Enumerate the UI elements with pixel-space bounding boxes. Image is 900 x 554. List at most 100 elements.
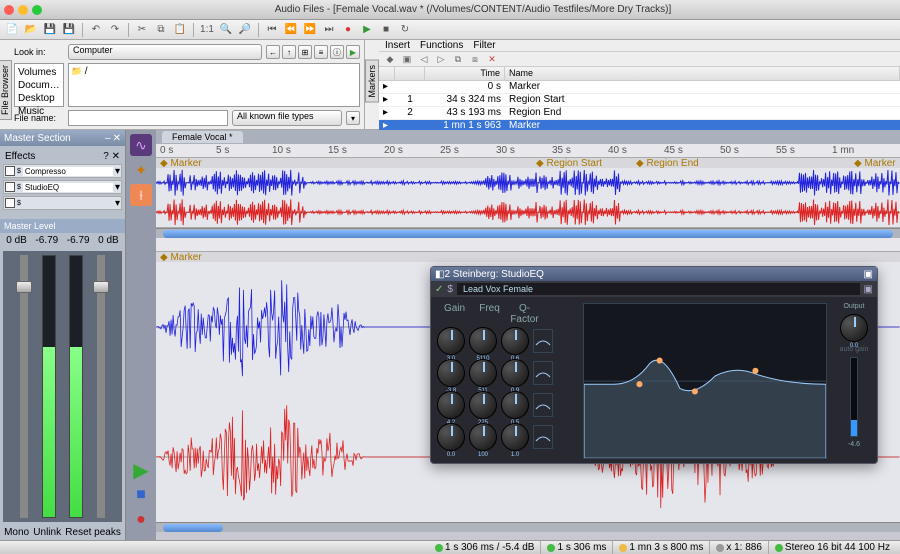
eq-curve-graph[interactable] [583,303,827,459]
loop-icon[interactable]: ↻ [397,22,413,38]
skip-start-icon[interactable]: ⏮ [264,22,280,38]
forward-icon[interactable]: ⏩ [302,22,318,38]
master-level-label: Master Level [0,219,125,233]
info-icon[interactable]: ⓘ [330,45,344,59]
gain-knob[interactable]: -3.8 [437,359,465,387]
plugin-settings-icon[interactable]: $ [447,284,453,295]
rss-icon[interactable]: ⟊ [130,184,152,206]
q-knob[interactable]: 0.5 [501,391,529,419]
marker-row[interactable]: ▸243 s 193 msRegion End [379,107,900,120]
gain-knob[interactable]: 3.0 [437,327,465,355]
paste-icon[interactable]: 📋 [172,22,188,38]
main-scrollbar[interactable] [163,524,223,532]
wave-icon[interactable]: ∿ [130,134,152,156]
cut-icon[interactable]: ✂ [134,22,150,38]
marker-row[interactable]: ▸134 s 324 msRegion Start [379,94,900,107]
reset-peaks-btn[interactable]: Reset peaks [65,527,121,538]
minimize-window[interactable] [18,5,28,15]
ms-close-icon[interactable]: ✕ [113,133,121,144]
zoom-out-icon[interactable]: 🔎 [237,22,253,38]
gain-knob[interactable]: 4.2 [437,391,465,419]
skip-end-icon[interactable]: ⏭ [321,22,337,38]
marker-play-icon[interactable]: ▷ [434,52,448,66]
folder-content[interactable]: 📁 / [68,63,360,107]
saveas-icon[interactable]: 💾 [61,22,77,38]
play-preview-icon[interactable]: ▶ [346,45,360,59]
new-icon[interactable]: 📄 [4,22,20,38]
menu-filter[interactable]: Filter [473,40,495,51]
folder-shortcuts[interactable]: Volumes Docum… Desktop Music [14,63,64,107]
band-curve-icon[interactable] [533,393,553,417]
gain-knob[interactable]: 0.0 [437,423,465,451]
record-icon[interactable]: ● [340,22,356,38]
freq-knob[interactable]: 5110 [469,327,497,355]
unlink-btn[interactable]: Unlink [33,527,61,538]
q-knob[interactable]: 0.6 [501,327,529,355]
save-icon[interactable]: 💾 [42,22,58,38]
close-window[interactable] [4,5,14,15]
copy-icon[interactable]: ⧉ [153,22,169,38]
menu-functions[interactable]: Functions [420,40,463,51]
q-knob[interactable]: 0.9 [501,359,529,387]
plugin-enable-icon[interactable]: ✓ [435,284,443,295]
nav-up-icon[interactable]: ↑ [282,45,296,59]
view-list-icon[interactable]: ≡ [314,45,328,59]
ms-min-icon[interactable]: – [105,133,111,144]
q-knob[interactable]: 1.0 [501,423,529,451]
transport-stop-icon[interactable]: ■ [130,484,152,506]
band-curve-icon[interactable] [533,361,553,385]
menu-insert[interactable]: Insert [385,40,410,51]
marker-region-icon[interactable]: ▣ [400,52,414,66]
redo-icon[interactable]: ↷ [107,22,123,38]
effect-slot[interactable]: $Compresso▾ [3,164,122,178]
markers-tab[interactable]: Markers [365,60,379,103]
marker-unlink-icon[interactable]: ⧈ [468,52,482,66]
mono-btn[interactable]: Mono [4,527,29,538]
output-gain-knob[interactable]: 0.0 [840,314,868,342]
plugin-close-icon[interactable]: ▣ [864,269,873,280]
eq-band: -3.85110.9 [437,359,577,387]
marker-delete-icon[interactable]: ✕ [485,52,499,66]
play-icon[interactable]: ▶ [359,22,375,38]
overview-ruler[interactable]: 0 s5 s10 s15 s20 s25 s30 s35 s40 s45 s50… [156,144,900,158]
undo-icon[interactable]: ↶ [88,22,104,38]
marker-prev-icon[interactable]: ◁ [417,52,431,66]
preset-name[interactable]: Lead Vox Female [457,283,860,295]
effect-slot[interactable]: $▾ [3,196,122,210]
marker-row[interactable]: ▸0 sMarker [379,81,900,94]
transport-record-icon[interactable]: ● [130,509,152,531]
freq-knob[interactable]: 225 [469,391,497,419]
status-bar: 1 s 306 ms / -5.4 dB 1 s 306 ms 1 mn 3 s… [0,540,900,554]
output-meter [850,357,858,437]
preset-menu-icon[interactable]: ▣ [864,284,873,295]
rewind-icon[interactable]: ⏪ [283,22,299,38]
zoom-in-icon[interactable]: 🔍 [218,22,234,38]
file-tab[interactable]: Female Vocal * [162,131,243,143]
marker-add-icon[interactable]: ◆ [383,52,397,66]
overview-scrollbar[interactable] [163,230,892,238]
spark-icon[interactable]: ✦ [130,159,152,181]
zoom-11[interactable]: 1:1 [199,22,215,38]
overview-waveform[interactable] [156,168,900,228]
filename-input[interactable] [68,110,228,126]
freq-knob[interactable]: 100 [469,423,497,451]
open-icon[interactable]: 📂 [23,22,39,38]
band-curve-icon[interactable] [533,329,553,353]
band-curve-icon[interactable] [533,425,553,449]
lookin-select[interactable]: Computer [68,44,262,60]
filter-btn[interactable]: ▾ [346,111,360,125]
stop-icon[interactable]: ■ [378,22,394,38]
plugin-window[interactable]: ◧ 2 Steinberg: StudioEQ▣ ✓ $ Lead Vox Fe… [430,266,878,464]
freq-knob[interactable]: 511 [469,359,497,387]
zoom-window[interactable] [32,5,42,15]
filetype-select[interactable]: All known file types [232,110,342,126]
marker-link-icon[interactable]: ⧉ [451,52,465,66]
file-browser-tab[interactable]: File Browser [0,60,12,120]
view-grid-icon[interactable]: ⊞ [298,45,312,59]
effect-slot[interactable]: $StudioEQ▾ [3,180,122,194]
transport-play-icon[interactable]: ▶ [130,459,152,481]
nav-back-icon[interactable]: ← [266,45,280,59]
fader-right[interactable] [97,255,105,518]
fader-left[interactable] [20,255,28,518]
main-ruler[interactable] [156,238,900,252]
